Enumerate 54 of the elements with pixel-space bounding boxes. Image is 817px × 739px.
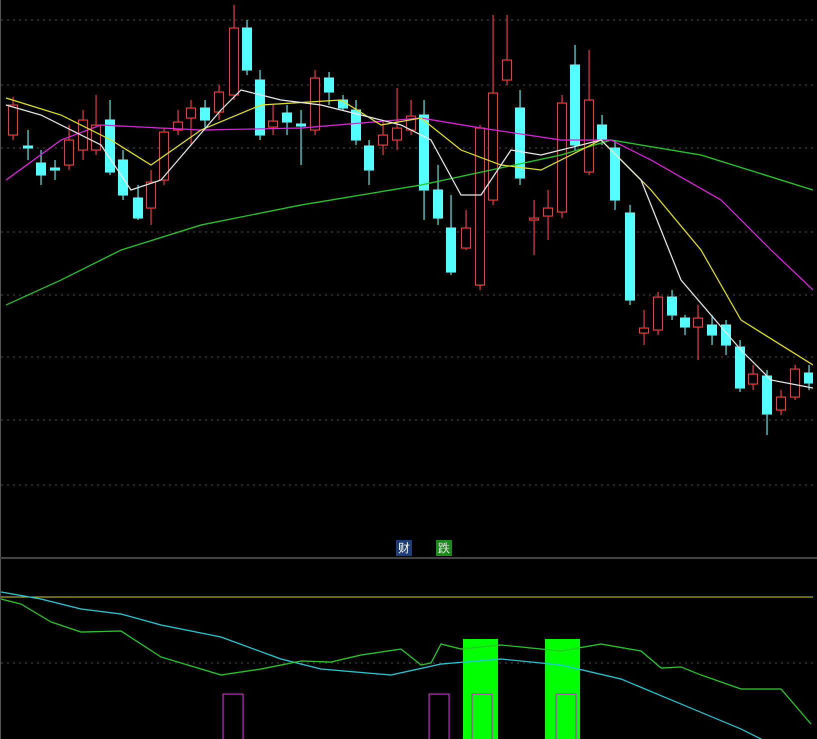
candlestick <box>406 100 416 136</box>
candlestick <box>543 190 553 240</box>
candlestick <box>118 150 128 200</box>
candlestick <box>310 70 320 136</box>
candlestick <box>64 124 74 170</box>
candlestick <box>790 364 800 400</box>
candlestick <box>667 290 677 320</box>
candlestick <box>91 94 101 156</box>
candlestick <box>529 200 539 256</box>
candlestick <box>242 20 252 76</box>
candlestick <box>282 104 292 136</box>
outline-bar <box>428 694 450 739</box>
candlestick <box>351 100 361 146</box>
candlestick <box>392 88 402 150</box>
candlestick <box>50 160 60 180</box>
outline-bar <box>472 694 492 739</box>
candlestick <box>707 314 717 346</box>
candlestick <box>804 364 813 390</box>
candlestick <box>735 340 745 392</box>
candlestick <box>378 120 388 156</box>
candlestick <box>173 110 183 136</box>
outline-bar <box>556 694 576 739</box>
candlestick <box>776 390 786 416</box>
candlestick <box>461 210 471 250</box>
candlestick <box>433 164 443 226</box>
candlestick <box>268 104 278 136</box>
candlestick <box>36 150 46 186</box>
candlestick <box>78 110 88 160</box>
candlestick <box>338 94 348 110</box>
signal-badge: 跌 <box>436 540 452 556</box>
candlestick <box>296 110 306 166</box>
candlestick <box>200 100 210 130</box>
candlestick <box>610 140 620 210</box>
candlestick <box>748 364 758 390</box>
candlestick <box>133 184 143 220</box>
candlestick <box>255 70 265 140</box>
candlestick <box>23 130 33 160</box>
outline-bar <box>222 694 244 739</box>
candlestick <box>159 128 169 186</box>
candlestick <box>721 320 731 356</box>
candlestick <box>186 100 196 146</box>
candlestick <box>680 314 690 336</box>
candlestick <box>214 84 224 120</box>
candlestick <box>364 140 374 186</box>
candlestick <box>146 170 156 226</box>
candlestick <box>597 114 607 146</box>
candlestick <box>502 14 512 86</box>
candlestick <box>693 304 703 360</box>
signal-badge: 财 <box>396 540 412 556</box>
candlestick <box>653 292 663 336</box>
candlestick <box>639 310 649 346</box>
candlestick <box>324 72 334 106</box>
candlestick <box>762 370 772 436</box>
candlestick <box>8 96 18 140</box>
